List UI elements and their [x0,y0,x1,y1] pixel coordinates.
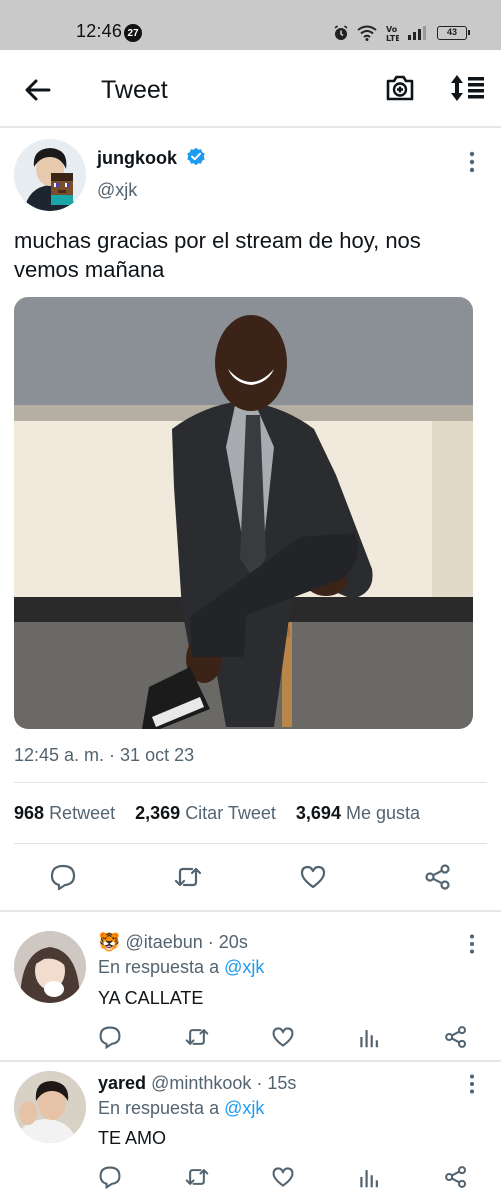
reply-icon[interactable] [49,863,77,891]
analytics-icon[interactable] [358,1025,382,1049]
reply-context: En respuesta a @xjk [98,1098,264,1119]
reply-author-handle[interactable]: @minthkook [151,1073,251,1093]
analytics-icon[interactable] [358,1165,382,1189]
battery-icon: 43 [437,26,470,40]
share-icon[interactable] [424,863,452,891]
reply-author-name[interactable]: yared [98,1073,146,1093]
alarm-icon [334,25,348,40]
avatar-image [14,1071,86,1143]
reply-to-link[interactable]: @xjk [224,1098,264,1118]
retweet-icon[interactable] [174,863,202,891]
like-label[interactable]: Me gusta [346,803,420,824]
wifi-icon [357,25,377,41]
reply-dot: · [256,1073,263,1093]
reply-prefix: En respuesta a [98,957,220,977]
page-title: Tweet [101,76,168,104]
heart-icon[interactable] [271,1165,295,1189]
status-bar: 12:46 27 Vo LTE 43 [0,0,501,50]
avatar-image [14,139,86,211]
divider [14,843,487,844]
reply-icon[interactable] [98,1025,122,1049]
tweet-timestamp[interactable]: 12:45 a. m. · 31 oct 23 [14,745,194,766]
retweet-icon[interactable] [185,1165,209,1189]
reply-avatar[interactable] [14,931,86,1003]
divider [0,1060,501,1062]
reply-to-link[interactable]: @xjk [224,957,264,977]
more-vertical-icon[interactable] [462,933,482,955]
camera-plus-icon[interactable] [384,72,416,104]
volte-icon: VoLTE [386,25,399,42]
like-count[interactable]: 3,694 [296,803,341,824]
share-icon[interactable] [444,1165,468,1189]
more-vertical-icon[interactable] [462,1073,482,1095]
tweet-photo[interactable] [14,297,473,729]
verified-badge-icon [187,147,205,166]
heart-icon[interactable] [271,1025,295,1049]
tweet-text: muchas gracias por el stream de hoy, nos… [14,228,421,282]
reply-dot: · [207,932,214,952]
reply-time: 20s [218,932,248,952]
reply-header: 🐯 @itaebun · 20s [98,932,248,953]
divider [0,910,501,912]
reply-time: 15s [267,1073,297,1093]
svg-text:Vo: Vo [386,25,398,34]
status-icons: Vo LTE 43 [333,22,470,44]
author-name[interactable]: jungkook [97,148,177,169]
notification-count-badge: 27 [124,24,142,42]
author-handle[interactable]: @xjk [97,180,137,201]
top-app-bar: Tweet [0,50,501,128]
svg-text:LTE: LTE [386,34,399,42]
retweet-label[interactable]: Retweet [49,803,115,824]
reply-text: YA CALLATE [98,988,204,1008]
more-vertical-icon[interactable] [462,150,482,174]
avatar-image [14,931,86,1003]
divider [14,782,487,783]
reply-icon[interactable] [98,1165,122,1189]
retweet-icon[interactable] [185,1025,209,1049]
heart-icon[interactable] [299,863,327,891]
sort-icon[interactable] [450,74,486,102]
photo-image [14,297,473,729]
reply-prefix: En respuesta a [98,1098,220,1118]
reply-text: TE AMO [98,1128,167,1148]
reply-context: En respuesta a @xjk [98,957,264,978]
share-icon[interactable] [444,1025,468,1049]
quote-label[interactable]: Citar Tweet [185,803,276,824]
reply-author-handle[interactable]: @itaebun [125,932,202,952]
tiger-emoji: 🐯 [98,932,121,952]
reply-avatar[interactable] [14,1071,86,1143]
reply-header: yared @minthkook · 15s [98,1073,296,1094]
tweet-stats: 968 Retweet 2,369 Citar Tweet 3,694 Me g… [14,803,420,824]
signal-icon [408,26,426,40]
author-avatar[interactable] [14,139,86,211]
arrow-left-icon[interactable] [22,74,54,106]
retweet-count[interactable]: 968 [14,803,44,824]
status-time: 12:46 [76,21,123,41]
quote-count[interactable]: 2,369 [135,803,180,824]
